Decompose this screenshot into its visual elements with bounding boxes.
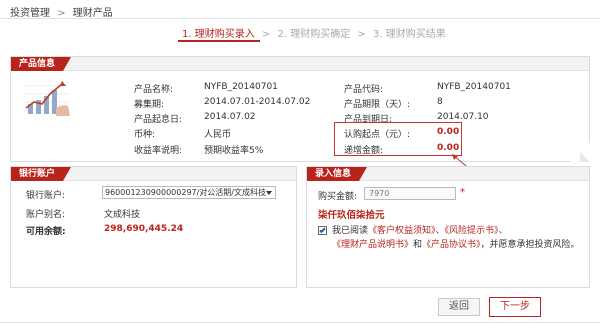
breadcrumb: 投资管理 > 理财产品: [10, 4, 113, 19]
purchase-amount-value: 7970: [369, 189, 390, 198]
next-button[interactable]: 下一步: [489, 297, 541, 317]
product-info-panel: 产品信息: [10, 56, 590, 162]
available-balance-value: 298,690,445.24: [104, 224, 184, 234]
bank-account-selected: 960001230900000297/对公活期/文成科技: [105, 188, 267, 197]
account-alias-value: 文成科技: [104, 210, 141, 220]
corner-fold: [580, 152, 590, 162]
product-name-label: 产品名称:: [134, 85, 174, 95]
step-indicator: 1. 理财购买录入 > 2. 理财购买确定 > 3. 理财购买结果: [182, 25, 446, 40]
risk-notice-link[interactable]: 《风险提示书》: [445, 226, 499, 236]
chevron-down-icon: [266, 191, 272, 195]
panel-header: 录入信息: [307, 167, 589, 181]
separator: 、: [435, 226, 445, 236]
yield-label: 收益率说明:: [134, 146, 183, 156]
active-step-underline: [178, 40, 260, 42]
product-code-label: 产品代码:: [344, 85, 384, 95]
currency-value: 人民币: [204, 130, 232, 140]
back-button[interactable]: 返回: [438, 298, 480, 316]
product-name-value: NYFB_20140701: [204, 82, 278, 92]
conjunction: 和: [413, 240, 423, 250]
raise-period-label: 募集期:: [134, 100, 165, 110]
checkmark-icon: [319, 226, 326, 234]
product-term-label: 产品期限（天）:: [344, 100, 411, 110]
customer-rights-link[interactable]: 《客户权益须知》: [368, 226, 436, 236]
panel-title: 银行账户: [11, 167, 72, 181]
yield-value: 预期收益率5%: [204, 146, 264, 156]
product-code-value: NYFB_20140701: [437, 82, 511, 92]
step-2: 2. 理财购买确定: [277, 29, 351, 40]
product-manual-link[interactable]: 《理财产品说明书》: [332, 240, 413, 250]
separator: 、: [498, 226, 508, 236]
purchase-amount-label: 购买金额:: [318, 192, 358, 202]
account-alias-label: 账户别名:: [26, 210, 66, 220]
bottom-divider: [0, 322, 600, 323]
currency-label: 币种:: [134, 130, 156, 140]
raise-period-value: 2014.07.01-2014.07.02: [204, 97, 311, 107]
product-term-value: 8: [437, 97, 443, 107]
product-agreement-link[interactable]: 《产品协议书》: [422, 240, 481, 250]
agree-checkbox[interactable]: [318, 226, 327, 235]
panel-header: 银行账户: [11, 167, 296, 181]
agreement-text: 我已阅读《客户权益须知》、《风险提示书》、《理财产品说明书》和《产品协议书》，并…: [332, 224, 580, 252]
end-date-value: 2014.07.10: [437, 112, 489, 122]
amount-in-words: 柒仟玖佰柒拾元: [318, 210, 385, 221]
panel-title: 录入信息: [307, 167, 368, 181]
available-balance-label: 可用余额:: [26, 227, 66, 237]
bank-account-label: 银行账户:: [26, 191, 66, 201]
highlight-annotation-box: [334, 122, 462, 156]
step-arrow: >: [357, 29, 366, 40]
purchase-amount-input[interactable]: 7970: [364, 187, 456, 200]
agree-prefix: 我已阅读: [332, 226, 369, 236]
step-1: 1. 理财购买录入: [182, 29, 255, 40]
required-mark: *: [460, 187, 465, 198]
panel-header: 产品信息: [11, 57, 589, 71]
product-chart-icon: [20, 78, 72, 118]
agree-suffix: ，并愿意承担投资风险。: [480, 240, 580, 250]
step-3: 3. 理财购买结果: [373, 29, 446, 40]
step-arrow: >: [261, 29, 271, 40]
panel-title: 产品信息: [11, 57, 72, 71]
start-date-label: 产品起息日:: [134, 115, 183, 125]
start-date-value: 2014.07.02: [204, 112, 256, 122]
top-divider: [0, 18, 600, 19]
bank-account-select[interactable]: 960001230900000297/对公活期/文成科技: [102, 186, 276, 199]
